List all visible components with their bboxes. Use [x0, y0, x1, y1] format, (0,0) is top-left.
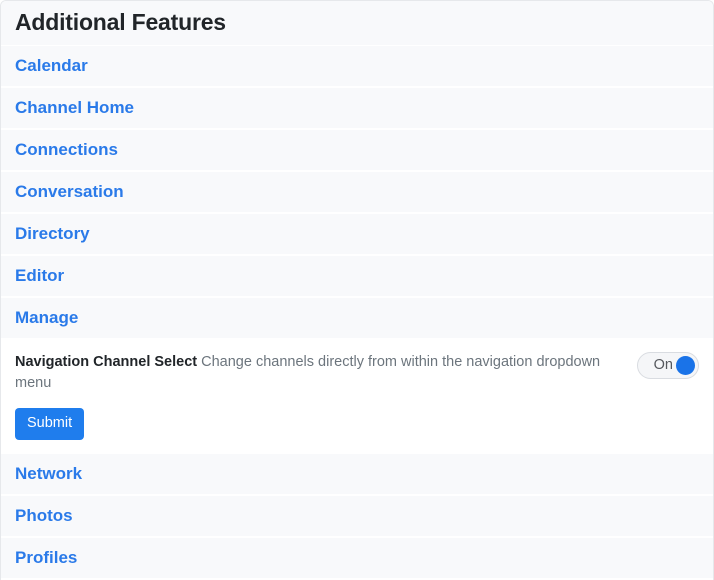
toggle-knob-icon: [676, 356, 695, 375]
accordion-item-manage: Manage: [1, 298, 713, 340]
accordion-toggle-profiles[interactable]: Profiles: [1, 538, 713, 578]
accordion-label: Channel Home: [15, 98, 134, 117]
accordion-item-conversation: Conversation: [1, 172, 713, 214]
accordion-toggle-network[interactable]: Network: [1, 454, 713, 494]
manage-panel-body: Navigation Channel Select Change channel…: [1, 340, 713, 454]
accordion-toggle-connections[interactable]: Connections: [1, 130, 713, 170]
submit-button-wrap: Submit: [15, 394, 699, 440]
accordion-toggle-directory[interactable]: Directory: [1, 214, 713, 254]
accordion-item-connections: Connections: [1, 130, 713, 172]
accordion-label: Network: [15, 464, 82, 483]
setting-text: Navigation Channel Select Change channel…: [15, 351, 627, 394]
accordion-toggle-conversation[interactable]: Conversation: [1, 172, 713, 212]
accordion-label: Editor: [15, 266, 64, 285]
setting-row-navigation-channel-select: Navigation Channel Select Change channel…: [15, 351, 699, 394]
accordion-item-photos: Photos: [1, 496, 713, 538]
navigation-channel-select-toggle[interactable]: On: [637, 352, 699, 379]
accordion-item-network: Network: [1, 454, 713, 496]
accordion-toggle-channel-home[interactable]: Channel Home: [1, 88, 713, 128]
accordion-toggle-calendar[interactable]: Calendar: [1, 46, 713, 86]
accordion-toggle-photos[interactable]: Photos: [1, 496, 713, 536]
accordion-toggle-manage[interactable]: Manage: [1, 298, 713, 338]
accordion-label: Connections: [15, 140, 118, 159]
accordion-item-directory: Directory: [1, 214, 713, 256]
panel-header: Additional Features: [1, 1, 713, 46]
accordion-label: Photos: [15, 506, 73, 525]
accordion-label: Calendar: [15, 56, 88, 75]
accordion-label: Directory: [15, 224, 90, 243]
accordion-item-calendar: Calendar: [1, 46, 713, 88]
page-title: Additional Features: [15, 8, 699, 36]
accordion-label: Manage: [15, 308, 78, 327]
toggle-state-label: On: [654, 353, 676, 378]
setting-title: Navigation Channel Select: [15, 354, 197, 370]
accordion-item-profiles: Profiles: [1, 538, 713, 580]
accordion-label: Conversation: [15, 182, 124, 201]
accordion-item-editor: Editor: [1, 256, 713, 298]
accordion-toggle-editor[interactable]: Editor: [1, 256, 713, 296]
accordion-label: Profiles: [15, 548, 77, 567]
submit-button[interactable]: Submit: [15, 408, 84, 440]
accordion-item-channel-home: Channel Home: [1, 88, 713, 130]
additional-features-accordion: Additional Features Calendar Channel Hom…: [0, 0, 714, 580]
